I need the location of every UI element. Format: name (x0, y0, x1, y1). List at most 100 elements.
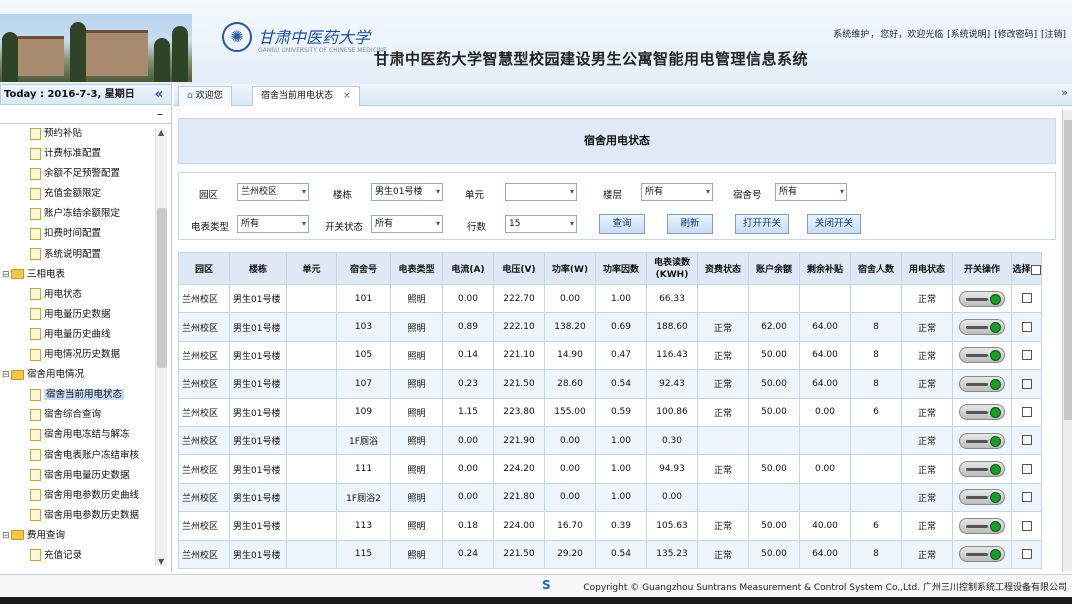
table-cell: 照明 (390, 283, 443, 314)
close-icon[interactable]: × (343, 91, 351, 101)
table-row[interactable]: 兰州校区 男生01号楼 103 照明 0.89 222.10 138.20 0.69 188.6… (178, 312, 1042, 342)
sidebar-item[interactable]: 宿舍当前用电状态 (0, 385, 171, 405)
power-switch-toggle[interactable] (959, 375, 1005, 392)
collapse-toggle-icon[interactable]: ⊟ (2, 526, 11, 546)
rows-select[interactable]: 15 ▾ (505, 215, 577, 233)
sidebar-item[interactable]: 用电状态 (0, 285, 171, 305)
sidebar-item[interactable]: 预约补贴 (0, 124, 171, 144)
row-checkbox[interactable] (1021, 463, 1032, 474)
sidebar-item[interactable]: 系统说明配置 (0, 245, 171, 265)
building-select[interactable]: 男生01号楼 ▾ (371, 183, 443, 201)
room-select[interactable]: 所有 ▾ (775, 183, 847, 201)
row-checkbox[interactable] (1021, 520, 1032, 531)
logout-link[interactable]: [注销] (1041, 30, 1066, 40)
table-row[interactable]: 兰州校区 男生01号楼 107 照明 0.23 221.50 28.60 0.54 92.43 正… (178, 369, 1042, 399)
help-link[interactable]: [系统说明] (947, 30, 990, 40)
sidebar-folder[interactable]: ⊟ 三相电表 (0, 265, 171, 285)
campus-select[interactable]: 兰州校区 ▾ (237, 183, 309, 201)
table-cell: 0.00 (544, 482, 596, 513)
sidebar-item[interactable]: 宿舍用电冻结与解冻 (0, 425, 171, 445)
select-all-checkbox[interactable] (1030, 264, 1041, 275)
table-row[interactable]: 兰州校区 男生01号楼 115 照明 0.24 221.50 29.20 0.54 135.23… (178, 539, 1042, 569)
table-cell: 照明 (390, 454, 443, 484)
open-switch-button[interactable]: 打开开关 (735, 214, 789, 234)
sidebar-item[interactable]: 宿舍用电参数历史数据 (0, 506, 171, 526)
sidebar-item[interactable]: 计费标准配置 (0, 144, 171, 164)
power-switch-toggle[interactable] (959, 546, 1005, 563)
power-switch-toggle[interactable] (959, 432, 1005, 449)
minimize-icon[interactable]: – (157, 107, 163, 121)
row-checkbox[interactable] (1021, 548, 1032, 559)
document-icon (30, 167, 41, 180)
table-row[interactable]: 兰州校区 男生01号楼 113 照明 0.18 224.00 16.70 0.39 105.63… (178, 511, 1042, 541)
power-switch-toggle[interactable] (959, 517, 1005, 534)
power-switch-toggle[interactable] (959, 319, 1005, 336)
tab-welcome[interactable]: ⌂ 欢迎您 (178, 86, 232, 106)
sidebar-scrollbar[interactable]: ▲ ▼ (155, 128, 167, 566)
sidebar-item[interactable]: 宿舍综合查询 (0, 405, 171, 425)
sidebar-item-label: 费用查询 (27, 529, 66, 541)
collapse-toggle-icon[interactable]: ⊟ (2, 265, 11, 285)
campus-photo (0, 14, 192, 82)
sidebar-folder[interactable]: ⊟ 宿舍用电情况 (0, 365, 171, 385)
column-header: 剩余补贴 (799, 252, 851, 285)
floor-select[interactable]: 所有 ▾ (641, 183, 713, 201)
table-row[interactable]: 兰州校区 男生01号楼 1F厕浴 照明 0.00 221.90 0.00 1.00 0.30 正常 (178, 425, 1042, 456)
table-row[interactable]: 兰州校区 男生01号楼 1F厕浴2 照明 0.00 221.80 0.00 1.00 0.00 正… (178, 482, 1042, 513)
sidebar-item[interactable]: 用电情况历史数据 (0, 345, 171, 365)
document-icon (30, 288, 41, 301)
query-button[interactable]: 查询 (599, 214, 645, 234)
power-switch-toggle[interactable] (959, 489, 1005, 506)
content-scrollbar[interactable] (1062, 110, 1072, 572)
row-checkbox[interactable] (1021, 293, 1032, 304)
sidebar-item[interactable]: 充值金额限定 (0, 184, 171, 204)
power-switch-toggle[interactable] (959, 404, 1005, 421)
meter-type-select[interactable]: 所有 ▾ (237, 215, 309, 233)
double-chevron-down-icon[interactable]: » (1061, 86, 1068, 99)
table-cell: 6 (850, 397, 902, 427)
sidebar-item[interactable]: 宿舍电表账户冻结审核 (0, 446, 171, 466)
row-checkbox[interactable] (1021, 492, 1032, 503)
document-icon (30, 509, 41, 522)
change-password-link[interactable]: [修改密码] (994, 30, 1037, 40)
unit-select[interactable]: ▾ (505, 183, 577, 201)
table-cell (748, 482, 800, 513)
tab-dorm-status[interactable]: 宿舍当前用电状态 × (252, 86, 360, 106)
today-bar: Today : 2016-7-3, 星期日 « (0, 84, 172, 105)
sidebar-item[interactable]: 用电量历史数据 (0, 305, 171, 325)
power-switch-toggle[interactable] (959, 347, 1005, 364)
sidebar-item[interactable]: 扣费时间配置 (0, 224, 171, 244)
sidebar-item[interactable]: 充值记录 (0, 546, 171, 566)
close-switch-button[interactable]: 关闭开关 (807, 214, 861, 234)
row-checkbox[interactable] (1021, 435, 1032, 446)
table-cell: 138.20 (544, 312, 596, 342)
table-row[interactable]: 兰州校区 男生01号楼 101 照明 0.00 222.70 0.00 1.00 66.33 正常 (178, 283, 1042, 314)
power-switch-toggle[interactable] (959, 290, 1005, 307)
sidebar-item-label: 宿舍用电参数历史数据 (44, 509, 140, 521)
school-subtitle: GANSU UNIVERSITY OF CHINESE MEDICINE (258, 47, 387, 54)
sidebar-item[interactable]: 宿舍用电参数历史曲线 (0, 486, 171, 506)
power-switch-toggle[interactable] (959, 461, 1005, 478)
document-icon (30, 469, 41, 482)
refresh-button[interactable]: 刷新 (667, 214, 713, 234)
double-chevron-left-icon[interactable]: « (155, 85, 163, 104)
collapse-toggle-icon[interactable]: ⊟ (2, 365, 11, 385)
table-row[interactable]: 兰州校区 男生01号楼 111 照明 0.00 224.20 0.00 1.00 94.93 正常… (178, 454, 1042, 484)
sidebar-item[interactable]: 用电量历史曲线 (0, 325, 171, 345)
table-cell: 兰州校区 (178, 539, 230, 569)
table-cell: 50.00 (748, 511, 800, 541)
sidebar-folder[interactable]: ⊟ 费用查询 (0, 526, 171, 546)
sidebar-item[interactable]: 余额不足预警配置 (0, 164, 171, 184)
table-row[interactable]: 兰州校区 男生01号楼 105 照明 0.14 221.10 14.90 0.47 116.43… (178, 340, 1042, 371)
row-checkbox[interactable] (1021, 407, 1032, 417)
table-cell: 0.00 (544, 454, 596, 484)
switch-state-select[interactable]: 所有 ▾ (371, 215, 443, 233)
row-checkbox[interactable] (1021, 378, 1032, 389)
table-cell: 50.00 (748, 340, 800, 371)
sidebar-item[interactable]: 宿舍用电量历史数据 (0, 466, 171, 486)
row-checkbox[interactable] (1021, 321, 1032, 332)
sidebar-item[interactable]: 账户冻结余额限定 (0, 204, 171, 224)
table-cell: 照明 (390, 340, 443, 371)
row-checkbox[interactable] (1021, 350, 1032, 361)
table-row[interactable]: 兰州校区 男生01号楼 109 照明 1.15 223.80 155.00 0.59 100.8… (178, 397, 1042, 427)
